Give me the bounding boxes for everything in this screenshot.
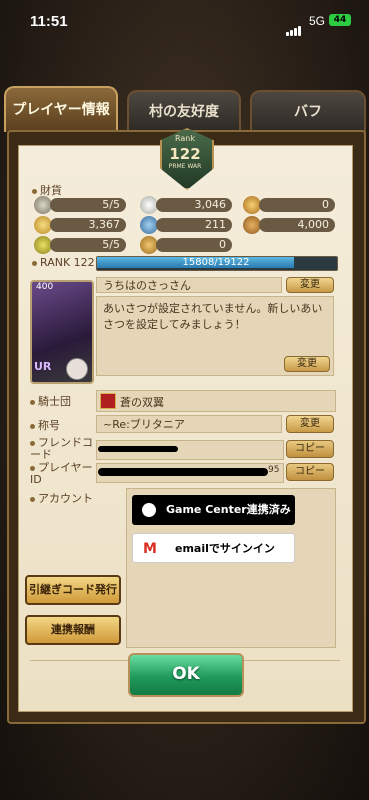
- redaction-mark: [98, 468, 268, 476]
- title-label: 称号: [30, 417, 60, 433]
- knights-crest-icon: [100, 393, 116, 409]
- resource-value: 3,367: [50, 218, 126, 232]
- bullet-icon: [32, 188, 37, 194]
- card-level: 400: [36, 282, 54, 292]
- emblem-sub: PRME WAR: [168, 163, 202, 170]
- account-label: アカウント: [30, 490, 93, 506]
- issue-transfer-code-button[interactable]: 引継ぎコード発行: [25, 575, 121, 605]
- resource-value: 0: [259, 198, 335, 212]
- player-id-suffix: 95: [268, 465, 280, 475]
- resource-value: 0: [156, 238, 232, 252]
- player-id-label-text: プレイヤーID: [30, 461, 93, 486]
- resource-value: 3,046: [156, 198, 232, 212]
- resource-value: 211: [156, 218, 232, 232]
- rank-progress-text: 15808/19122: [182, 257, 250, 268]
- copy-friend-code-button[interactable]: コピー: [286, 440, 334, 458]
- bullet-icon: [32, 260, 37, 266]
- player-name: うちはのさっさん: [96, 277, 282, 293]
- network-label: 5G: [309, 14, 326, 28]
- friend-code-label: フレンドコード: [30, 437, 94, 461]
- status-time: 11:51: [30, 13, 68, 30]
- title-label-text: 称号: [38, 419, 60, 432]
- bullet-icon: [30, 496, 35, 502]
- emblem-rank-word: Rank: [175, 134, 195, 143]
- copy-player-id-button[interactable]: コピー: [286, 463, 334, 481]
- resource-value: 5/5: [50, 198, 126, 212]
- title-value: ~Re:ブリタニア: [96, 415, 282, 433]
- ok-button[interactable]: OK: [128, 653, 244, 697]
- resources-heading: 財貨: [32, 182, 62, 198]
- card-attribute-icon: [66, 358, 88, 380]
- status-bar: 11:51 5G 44: [0, 0, 369, 44]
- change-name-button[interactable]: 変更: [286, 277, 334, 293]
- bullet-icon: [30, 465, 35, 471]
- account-label-text: アカウント: [38, 492, 93, 505]
- battery-icon: 44: [329, 14, 351, 26]
- player-id-label: プレイヤーID: [30, 462, 94, 486]
- email-signin-button[interactable]: M emailでサインイン: [132, 533, 295, 563]
- signal-icon: [286, 17, 302, 36]
- resource-value: 5/5: [50, 238, 126, 252]
- game-center-icon: [142, 503, 156, 517]
- rank-label: RANK 122: [40, 256, 95, 269]
- knights-name: 蒼の双翼: [120, 396, 164, 409]
- tab-player-info[interactable]: プレイヤー情報: [4, 86, 118, 132]
- bullet-icon: [30, 399, 35, 405]
- bullet-icon: [30, 440, 35, 446]
- knights-label-text: 騎士団: [38, 395, 71, 408]
- emblem-rank-value: 122: [169, 145, 201, 163]
- rank-heading: RANK 122: [32, 256, 95, 269]
- knights-label: 騎士団: [30, 393, 71, 409]
- link-reward-button[interactable]: 連携報酬: [25, 615, 121, 645]
- mail-icon: M: [143, 541, 157, 557]
- game-center-button[interactable]: Game Center連携済み: [132, 495, 295, 525]
- resource-value: 4,000: [259, 218, 335, 232]
- bullet-icon: [30, 423, 35, 429]
- tab-village-friendship[interactable]: 村の友好度: [127, 90, 241, 132]
- game-center-label: Game Center連携済み: [166, 503, 291, 516]
- tab-buff[interactable]: バフ: [250, 90, 366, 132]
- email-signin-label: emailでサインイン: [175, 542, 275, 555]
- redaction-mark: [98, 446, 178, 452]
- card-rarity: UR: [34, 360, 52, 373]
- change-title-button[interactable]: 変更: [286, 415, 334, 433]
- rank-emblem-text: Rank 122 PRME WAR: [160, 128, 210, 186]
- change-greeting-button[interactable]: 変更: [284, 356, 330, 372]
- friend-code-label-text: フレンドコード: [30, 436, 93, 461]
